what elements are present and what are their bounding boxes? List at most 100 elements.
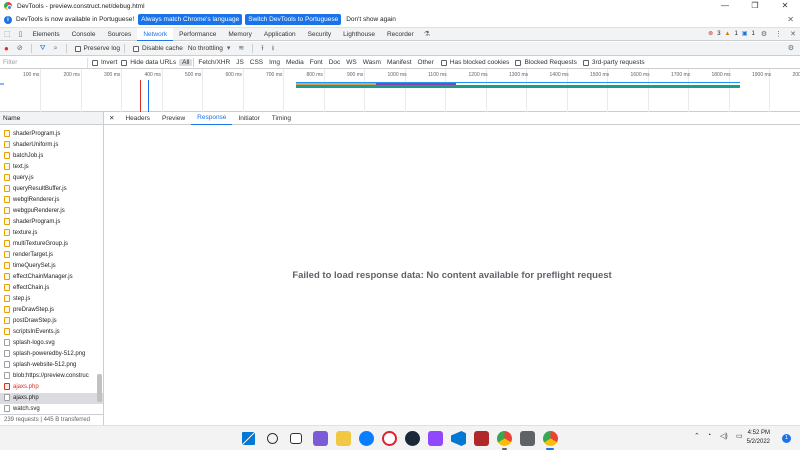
tab-elements[interactable]: Elements xyxy=(26,28,65,41)
throttling-select[interactable]: No throttling xyxy=(188,45,223,52)
tab-application[interactable]: Application xyxy=(258,28,302,41)
settings-gear-icon[interactable]: ⚙ xyxy=(757,28,771,41)
request-row[interactable]: webgpuRenderer.js xyxy=(0,206,103,217)
request-row[interactable]: effectChain.js xyxy=(0,283,103,294)
request-row[interactable]: splash-poweredby-512.png xyxy=(0,349,103,360)
request-row[interactable]: shaderProgram.js xyxy=(0,129,103,140)
tab-network[interactable]: Network xyxy=(137,27,174,41)
filter-type-font[interactable]: Font xyxy=(307,59,326,66)
request-row[interactable]: shaderUniform.js xyxy=(0,140,103,151)
chrome-devtools-icon[interactable] xyxy=(543,431,558,446)
always-match-language-button[interactable]: Always match Chrome's language xyxy=(138,14,243,25)
request-row[interactable]: texture.js xyxy=(0,228,103,239)
request-row[interactable]: ajaxs.php xyxy=(0,382,103,393)
inspect-element-icon[interactable]: ⬚ xyxy=(0,28,15,41)
system-clock[interactable]: 4:52 PM 5/2/2022 xyxy=(747,429,770,447)
issues-icon[interactable]: ▣ xyxy=(740,28,750,41)
filter-type-media[interactable]: Media xyxy=(283,59,307,66)
tab-preview[interactable]: Preview xyxy=(156,112,191,125)
maximize-button[interactable]: ❐ xyxy=(740,0,770,12)
error-count-badge[interactable]: 3 xyxy=(715,28,722,41)
request-row[interactable]: webglRenderer.js xyxy=(0,195,103,206)
request-row[interactable]: text.js xyxy=(0,162,103,173)
window-close-button[interactable]: ✕ xyxy=(770,0,800,12)
chat-icon[interactable] xyxy=(313,431,328,446)
chevron-down-icon[interactable]: ▾ xyxy=(223,42,235,56)
minimize-button[interactable]: — xyxy=(710,0,740,12)
tab-sources[interactable]: Sources xyxy=(101,28,137,41)
has-blocked-cookies-checkbox[interactable] xyxy=(440,59,447,66)
filter-type-ws[interactable]: WS xyxy=(343,59,359,66)
filter-icon[interactable]: ⛛ xyxy=(36,42,50,56)
request-row[interactable]: effectChainManager.js xyxy=(0,272,103,283)
battery-icon[interactable]: ▭ xyxy=(736,432,743,440)
request-row[interactable]: step.js xyxy=(0,294,103,305)
wifi-icon[interactable]: ◔ xyxy=(707,432,711,439)
tab-response[interactable]: Response xyxy=(191,111,233,125)
filter-type-img[interactable]: Img xyxy=(266,59,283,66)
request-row[interactable]: batchJob.js xyxy=(0,151,103,162)
request-row[interactable]: ajaxs.php xyxy=(0,393,103,404)
twitch-icon[interactable] xyxy=(428,431,443,446)
export-har-icon[interactable]: ⭳ xyxy=(268,42,278,56)
file-explorer-icon[interactable] xyxy=(336,431,351,446)
hide-data-urls-checkbox[interactable] xyxy=(121,59,128,66)
request-row[interactable]: multiTextureGroup.js xyxy=(0,239,103,250)
tab-console[interactable]: Console xyxy=(66,28,102,41)
search-icon[interactable]: ⌕ xyxy=(50,42,62,56)
issues-count-badge[interactable]: 1 xyxy=(750,28,757,41)
volume-icon[interactable]: ◁) xyxy=(720,432,728,440)
request-row[interactable]: preDrawStep.js xyxy=(0,305,103,316)
tab-initiator[interactable]: Initiator xyxy=(232,112,265,125)
close-devtools-icon[interactable]: ✕ xyxy=(786,28,800,41)
request-row[interactable]: postDrawStep.js xyxy=(0,316,103,327)
filter-type-wasm[interactable]: Wasm xyxy=(360,59,384,66)
network-conditions-icon[interactable]: ≋ xyxy=(234,42,248,56)
filter-type-js[interactable]: JS xyxy=(233,59,247,66)
request-row[interactable]: queryResultBuffer.js xyxy=(0,184,103,195)
app-icon[interactable] xyxy=(520,431,535,446)
filter-type-doc[interactable]: Doc xyxy=(326,59,344,66)
network-settings-gear-icon[interactable]: ⚙ xyxy=(784,42,798,56)
warning-count-icon[interactable]: ▲ xyxy=(723,28,733,41)
filter-type-fetch-xhr[interactable]: Fetch/XHR xyxy=(195,59,233,66)
tab-performance[interactable]: Performance xyxy=(173,28,222,41)
switch-to-portuguese-button[interactable]: Switch DevTools to Portuguese xyxy=(245,14,342,25)
warning-count-badge[interactable]: 1 xyxy=(732,28,739,41)
chevron-up-icon[interactable]: ⌃ xyxy=(694,432,700,440)
filter-type-all[interactable]: All xyxy=(179,59,193,66)
name-column-header[interactable]: Name xyxy=(0,112,103,125)
error-count-icon[interactable]: ⊗ xyxy=(706,28,715,41)
request-list-scrollbar[interactable] xyxy=(97,374,102,402)
request-row[interactable]: scriptsInEvents.js xyxy=(0,327,103,338)
tab-recorder[interactable]: Recorder xyxy=(381,28,420,41)
third-party-requests-checkbox[interactable] xyxy=(582,59,589,66)
preserve-log-checkbox[interactable] xyxy=(74,45,81,52)
invert-checkbox[interactable] xyxy=(92,59,98,66)
steam-icon[interactable] xyxy=(405,431,420,446)
filter-type-css[interactable]: CSS xyxy=(247,59,266,66)
notification-badge[interactable]: 1 xyxy=(782,434,791,443)
request-row[interactable]: shaderProgram.js xyxy=(0,217,103,228)
filter-type-manifest[interactable]: Manifest xyxy=(384,59,415,66)
task-view-icon[interactable] xyxy=(290,433,302,444)
disable-cache-checkbox[interactable] xyxy=(133,45,140,52)
device-toolbar-icon[interactable]: ▯ xyxy=(15,28,27,41)
dont-show-again-button[interactable]: Don't show again xyxy=(346,16,396,23)
tab-timing[interactable]: Timing xyxy=(266,112,297,125)
tab-headers[interactable]: Headers xyxy=(119,112,156,125)
opera-icon[interactable] xyxy=(382,431,397,446)
record-icon[interactable]: ● xyxy=(0,42,13,56)
request-row[interactable]: splash-website-512.png xyxy=(0,360,103,371)
chrome-icon[interactable] xyxy=(497,431,512,446)
import-har-icon[interactable]: ⭱ xyxy=(257,42,267,56)
more-options-icon[interactable]: ⋮ xyxy=(771,28,786,41)
request-row[interactable]: timeQuerySet.js xyxy=(0,261,103,272)
tab-lighthouse[interactable]: Lighthouse xyxy=(337,28,381,41)
request-row[interactable]: blob:https://preview.construc xyxy=(0,371,103,382)
search-icon[interactable] xyxy=(267,433,278,444)
request-row[interactable]: query.js xyxy=(0,173,103,184)
filter-type-other[interactable]: Other xyxy=(415,59,437,66)
start-menu-icon[interactable] xyxy=(242,432,255,445)
filter-input[interactable]: Filter xyxy=(0,57,88,68)
